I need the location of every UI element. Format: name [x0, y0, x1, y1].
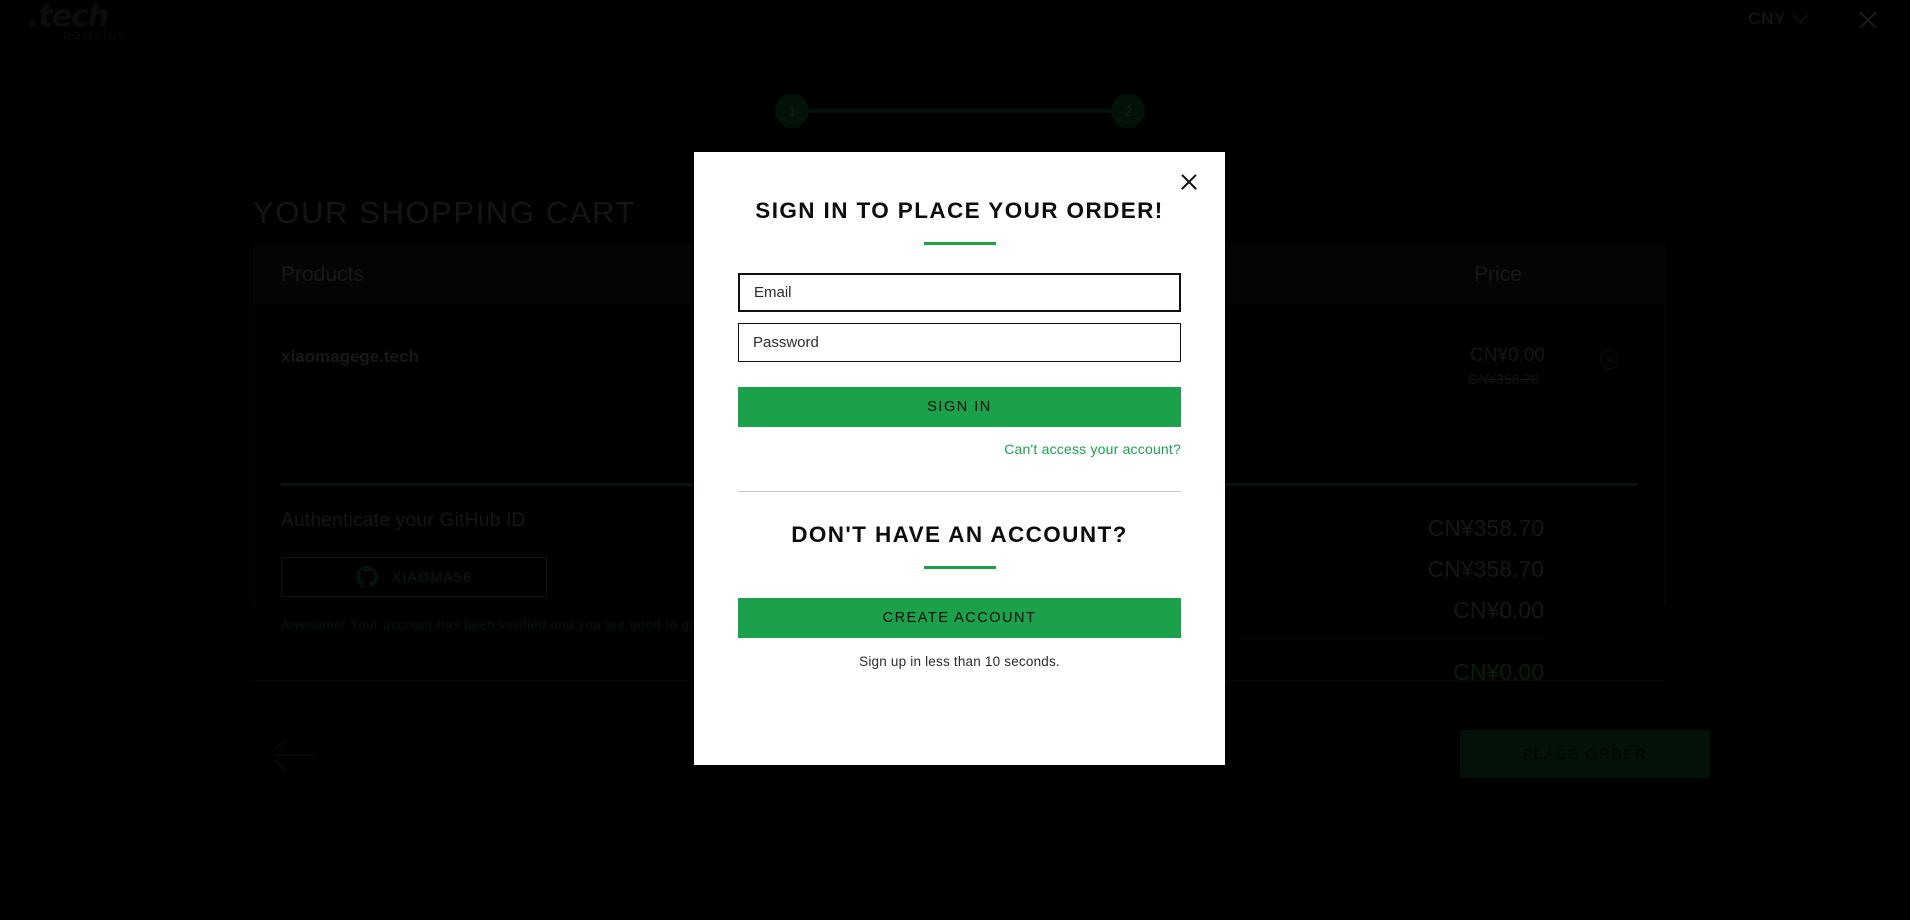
signup-title: DON'T HAVE AN ACCOUNT? — [791, 522, 1128, 547]
create-account-button[interactable]: CREATE ACCOUNT — [738, 598, 1181, 638]
password-field[interactable] — [738, 323, 1181, 362]
modal-title-underline — [923, 242, 996, 245]
email-field[interactable] — [738, 273, 1181, 312]
signup-note: Sign up in less than 10 seconds. — [859, 654, 1060, 669]
modal-divider — [738, 491, 1181, 492]
cant-access-account-link[interactable]: Can't access your account? — [738, 441, 1181, 457]
signin-modal: SIGN IN TO PLACE YOUR ORDER! SIGN IN Can… — [694, 152, 1225, 765]
sign-in-button[interactable]: SIGN IN — [738, 387, 1181, 427]
modal-close-icon[interactable] — [1177, 170, 1201, 194]
signup-title-underline — [923, 566, 996, 569]
modal-title: SIGN IN TO PLACE YOUR ORDER! — [755, 198, 1164, 223]
